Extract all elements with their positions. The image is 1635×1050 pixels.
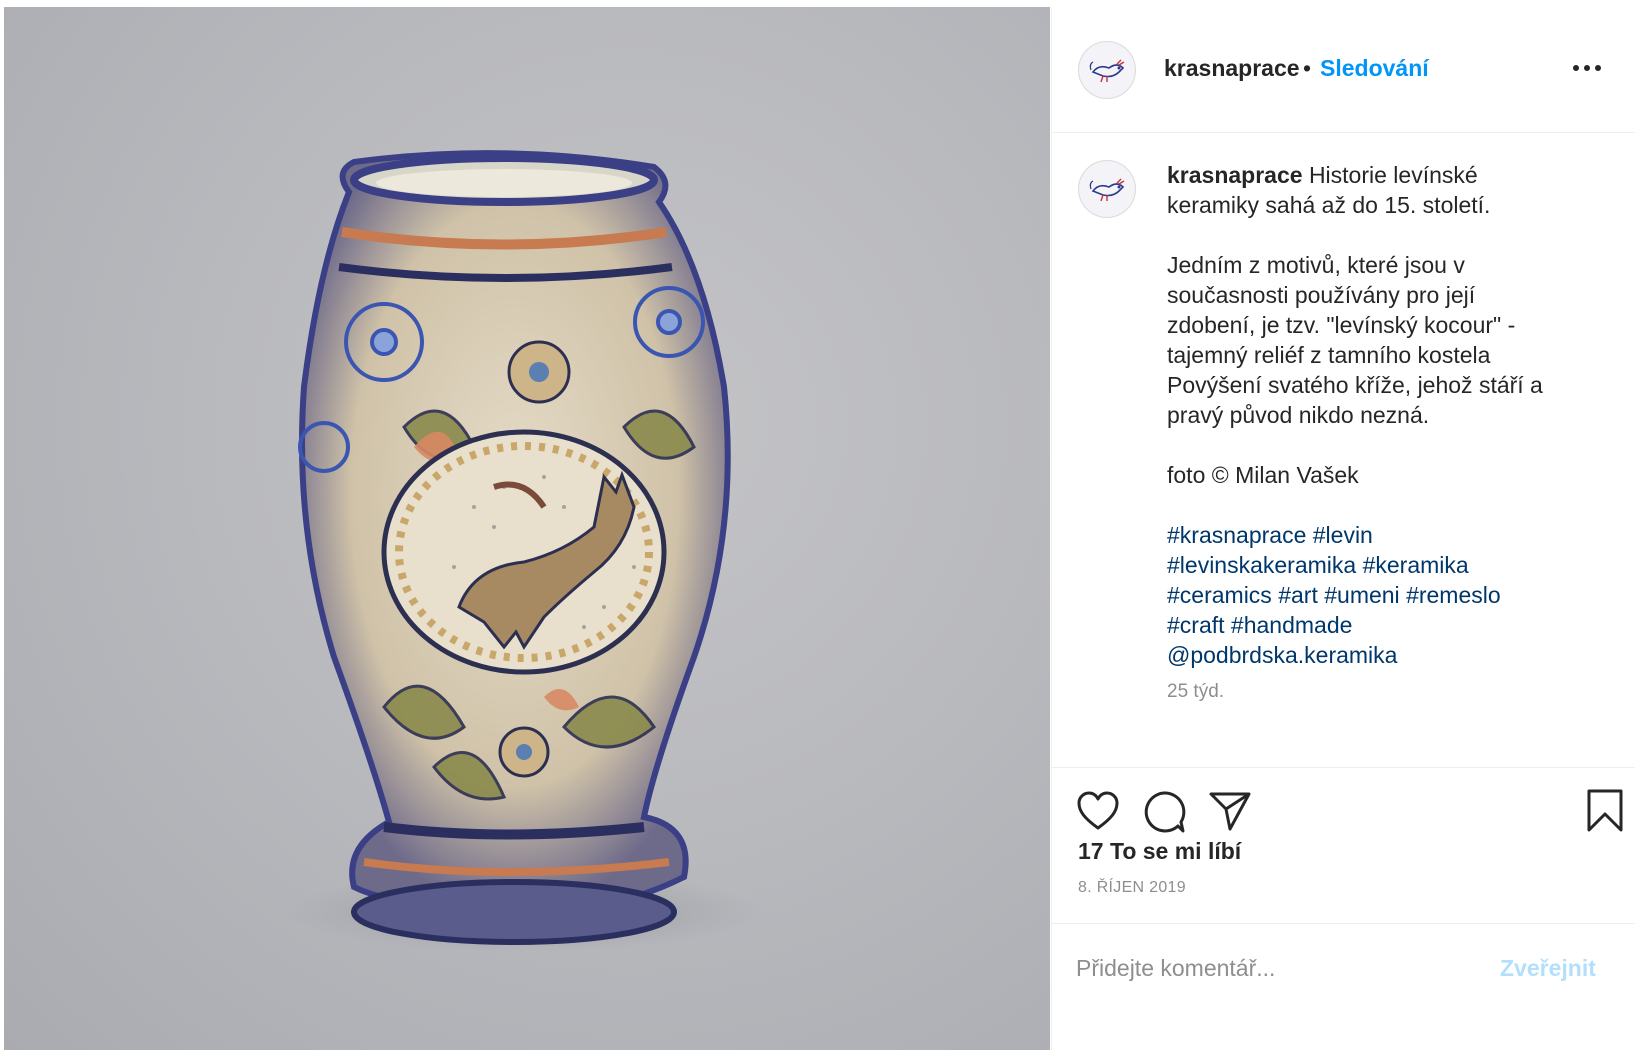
post-photo[interactable] bbox=[4, 7, 1050, 1050]
bird-logo-icon bbox=[1080, 43, 1134, 97]
publish-button[interactable]: Zveřejnit bbox=[1500, 955, 1596, 982]
post-sidebar: krasnaprace • Sledování krasnaprace Hist… bbox=[1051, 7, 1635, 1050]
vase-photo bbox=[284, 150, 764, 952]
post-header: krasnaprace • Sledování bbox=[1052, 7, 1635, 133]
post-date[interactable]: 8. ŘÍJEN 2019 bbox=[1078, 879, 1186, 897]
caption-avatar[interactable] bbox=[1078, 160, 1136, 218]
comment-form: Zveřejnit bbox=[1052, 924, 1635, 1050]
bird-logo-icon bbox=[1080, 162, 1134, 216]
post-view: krasnaprace • Sledování krasnaprace Hist… bbox=[0, 0, 1635, 1050]
hashtag-link[interactable]: #art bbox=[1278, 582, 1318, 608]
comment-input[interactable] bbox=[1076, 948, 1456, 988]
hashtag-link[interactable]: #krasnaprace bbox=[1167, 522, 1306, 548]
hashtag-link[interactable]: #remeslo bbox=[1406, 582, 1501, 608]
caption-text: krasnaprace Historie levínské keramiky s… bbox=[1167, 160, 1557, 670]
hashtag-link[interactable]: #umeni bbox=[1324, 582, 1399, 608]
caption-username[interactable]: krasnaprace bbox=[1167, 162, 1303, 188]
avatar[interactable] bbox=[1078, 41, 1136, 99]
caption-body: Jedním z motivů, které jsou v současnost… bbox=[1167, 252, 1543, 428]
heart-icon[interactable] bbox=[1076, 790, 1120, 832]
comment-icon[interactable] bbox=[1142, 790, 1186, 834]
hashtag-link[interactable]: #craft bbox=[1167, 612, 1225, 638]
header-username[interactable]: krasnaprace bbox=[1164, 55, 1300, 82]
likes-count[interactable]: 17 To se mi líbí bbox=[1078, 838, 1241, 865]
header-separator: • bbox=[1303, 55, 1312, 81]
hashtags: #krasnaprace #levin #levinskakeramika #k… bbox=[1167, 520, 1557, 670]
bookmark-icon[interactable] bbox=[1585, 788, 1625, 834]
photo-credit: foto © Milan Vašek bbox=[1167, 462, 1359, 488]
hashtag-link[interactable]: #levin bbox=[1313, 522, 1373, 548]
hashtag-link[interactable]: #handmade bbox=[1231, 612, 1353, 638]
post-age[interactable]: 25 týd. bbox=[1167, 681, 1224, 703]
more-options-icon[interactable] bbox=[1573, 62, 1601, 74]
send-icon[interactable] bbox=[1208, 790, 1252, 832]
follow-button[interactable]: Sledování bbox=[1320, 55, 1429, 82]
hashtag-link[interactable]: #ceramics bbox=[1167, 582, 1272, 608]
mention-link[interactable]: @podbrdska.keramika bbox=[1167, 642, 1397, 668]
hashtag-link[interactable]: #keramika bbox=[1363, 552, 1469, 578]
caption-section: krasnaprace Historie levínské keramiky s… bbox=[1052, 133, 1635, 763]
hashtag-link[interactable]: #levinskakeramika bbox=[1167, 552, 1356, 578]
action-bar: 17 To se mi líbí 8. ŘÍJEN 2019 bbox=[1052, 768, 1635, 923]
